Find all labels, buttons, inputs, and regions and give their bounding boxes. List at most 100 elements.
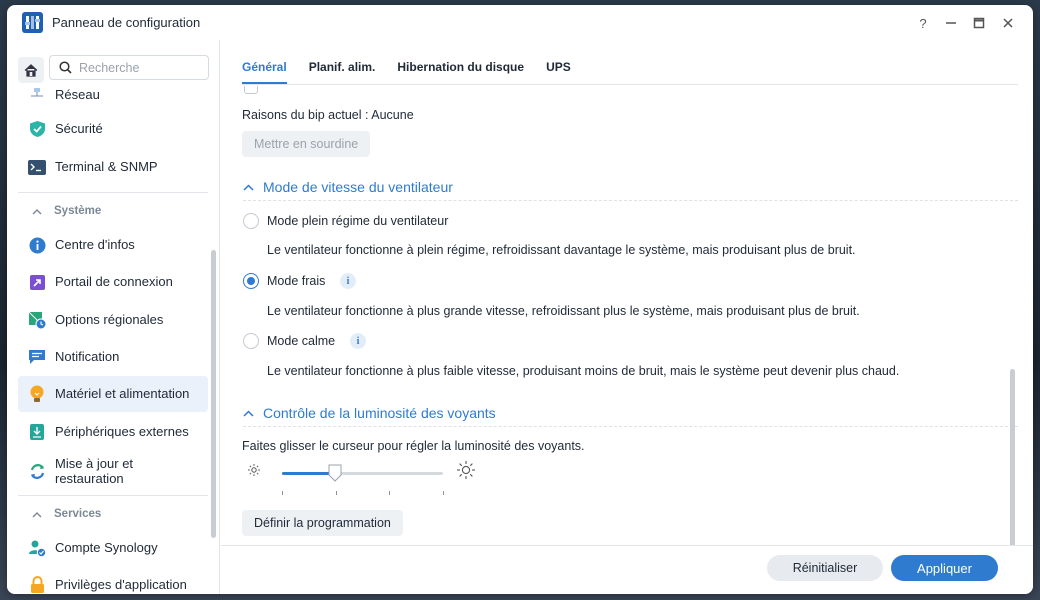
radio-fan-full-speed[interactable] — [243, 213, 259, 229]
sidebar-item-privileges-application[interactable]: Privilèges d'application — [18, 567, 208, 594]
slider-tick — [336, 491, 337, 495]
sidebar-section-services[interactable]: Services — [18, 497, 208, 531]
tab-ups[interactable]: UPS — [546, 60, 571, 84]
sidebar-item-centre-infos[interactable]: Centre d'infos — [18, 227, 208, 263]
fan-option-label: Mode frais — [267, 274, 326, 288]
sidebar-section-label: Services — [54, 508, 102, 520]
control-panel-window: Panneau de configuration ? Réseau — [7, 5, 1033, 594]
sidebar-item-label: Matériel et alimentation — [55, 386, 190, 401]
led-section-title: Contrôle de la luminosité des voyants — [263, 405, 496, 421]
fan-option-label: Mode plein régime du ventilateur — [267, 214, 449, 228]
title-bar: Panneau de configuration ? — [7, 5, 1033, 40]
checkbox[interactable] — [244, 86, 258, 94]
sidebar-item-label: Options régionales — [55, 312, 164, 327]
control-panel-app-icon — [22, 12, 43, 33]
fan-section-title: Mode de vitesse du ventilateur — [263, 179, 453, 195]
section-divider — [243, 200, 1018, 201]
info-icon — [28, 236, 46, 254]
info-icon[interactable]: i — [350, 333, 366, 349]
lock-icon — [28, 576, 46, 594]
apply-button[interactable]: Appliquer — [891, 555, 998, 581]
radio-fan-cool-mode[interactable] — [243, 273, 259, 289]
led-section-header[interactable]: Contrôle de la luminosité des voyants — [243, 405, 496, 421]
bulb-icon — [28, 385, 46, 403]
tab-hibernation-disque[interactable]: Hibernation du disque — [397, 60, 524, 84]
section-divider — [243, 426, 1018, 427]
sidebar-item-label: Portail de connexion — [55, 274, 173, 289]
sidebar-item-materiel-alimentation[interactable]: Matériel et alimentation — [18, 376, 208, 412]
sidebar-section-label: Système — [54, 205, 102, 217]
fan-option-description: Le ventilateur fonctionne à plus grande … — [267, 304, 860, 318]
sidebar-item-label: Compte Synology — [55, 540, 158, 555]
settings-content: Raisons du bip actuel : Aucune Mettre en… — [221, 86, 1033, 556]
home-icon — [24, 63, 38, 77]
sidebar-item-label: Notification — [55, 349, 120, 364]
sidebar-divider — [18, 192, 208, 193]
sidebar-section-systeme[interactable]: Système — [18, 194, 208, 228]
tab-planif-alim[interactable]: Planif. alim. — [309, 60, 376, 84]
chevron-up-icon — [32, 208, 42, 214]
info-icon[interactable]: i — [340, 273, 356, 289]
main-scrollbar[interactable] — [1010, 369, 1015, 556]
slider-tick — [389, 491, 390, 495]
sidebar-scrollbar[interactable] — [211, 250, 216, 538]
schedule-button[interactable]: Définir la programmation — [242, 510, 403, 536]
search-input[interactable] — [79, 60, 194, 75]
minimize-icon[interactable] — [942, 14, 960, 32]
sidebar-item-securite[interactable]: Sécurité — [18, 111, 208, 147]
sidebar-item-compte-synology[interactable]: Compte Synology — [18, 530, 208, 566]
slider-tick — [282, 491, 283, 495]
sidebar-divider — [18, 495, 208, 496]
update-icon — [28, 462, 46, 480]
sidebar-item-mise-a-jour[interactable]: Mise à jour et restauration — [18, 451, 208, 491]
tab-general[interactable]: Général — [242, 60, 287, 84]
help-icon[interactable]: ? — [914, 14, 932, 32]
sidebar-item-portail-connexion[interactable]: Portail de connexion — [18, 264, 208, 300]
maximize-icon[interactable] — [970, 14, 988, 32]
fan-option-description: Le ventilateur fonctionne à plus faible … — [267, 364, 900, 378]
brightness-slider-track[interactable] — [282, 472, 443, 475]
window-title: Panneau de configuration — [52, 15, 201, 30]
beep-reason-text: Raisons du bip actuel : Aucune — [242, 108, 414, 122]
network-icon — [28, 86, 46, 102]
sidebar-item-label: Périphériques externes — [55, 424, 189, 439]
brightness-high-icon — [457, 461, 475, 479]
sidebar-item-options-regionales[interactable]: Options régionales — [18, 302, 208, 338]
chevron-up-icon — [243, 183, 254, 191]
sidebar-item-label: Sécurité — [55, 121, 103, 136]
main-panel: Général Planif. alim. Hibernation du dis… — [221, 40, 1033, 594]
shield-icon — [28, 120, 46, 138]
terminal-icon — [28, 158, 46, 176]
brightness-slider-thumb[interactable] — [328, 464, 342, 482]
sidebar: Réseau Sécurité Terminal & SNMP Système — [7, 40, 220, 594]
clipped-checkbox-row — [244, 86, 504, 94]
login-portal-icon — [28, 273, 46, 291]
fan-section-header[interactable]: Mode de vitesse du ventilateur — [243, 179, 453, 195]
chevron-up-icon — [243, 409, 254, 417]
footer-bar: Réinitialiser Appliquer — [221, 545, 1033, 594]
slider-tick — [443, 491, 444, 495]
led-instructions: Faites glisser le curseur pour régler la… — [242, 439, 585, 453]
chevron-up-icon — [32, 511, 42, 517]
notification-icon — [28, 348, 46, 366]
search-icon — [59, 61, 72, 74]
external-device-icon — [28, 423, 46, 441]
regional-icon — [28, 311, 46, 329]
mute-button[interactable]: Mettre en sourdine — [242, 131, 371, 157]
sidebar-item-label: Centre d'infos — [55, 237, 135, 252]
sidebar-item-notification[interactable]: Notification — [18, 339, 208, 375]
sidebar-item-label: Privilèges d'application — [55, 577, 187, 592]
close-icon[interactable] — [999, 14, 1017, 32]
tab-bar: Général Planif. alim. Hibernation du dis… — [242, 40, 1018, 85]
sidebar-item-reseau[interactable]: Réseau — [18, 76, 208, 102]
sidebar-item-peripheriques-externes[interactable]: Périphériques externes — [18, 414, 208, 450]
synology-account-icon — [28, 539, 46, 557]
fan-option-description: Le ventilateur fonctionne à plein régime… — [267, 243, 856, 257]
sidebar-item-label: Réseau — [55, 87, 100, 102]
reset-button[interactable]: Réinitialiser — [767, 555, 883, 581]
sidebar-item-label: Mise à jour et restauration — [55, 456, 134, 486]
brightness-low-icon — [248, 464, 260, 476]
radio-fan-quiet-mode[interactable] — [243, 333, 259, 349]
sidebar-item-terminal-snmp[interactable]: Terminal & SNMP — [18, 149, 208, 185]
fan-option-label: Mode calme — [267, 334, 336, 348]
